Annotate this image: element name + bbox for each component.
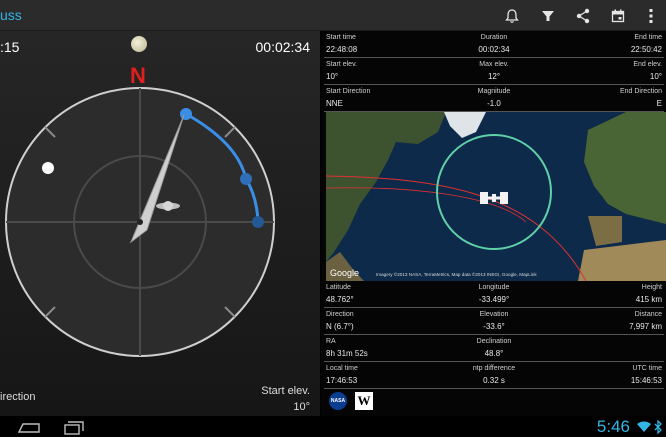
google-logo: Google bbox=[330, 268, 359, 278]
filter-button[interactable] bbox=[530, 0, 566, 31]
position-row: Direction Elevation Distance N (6.7°) -3… bbox=[324, 308, 664, 335]
elevation-value: -33.6° bbox=[483, 322, 505, 331]
pass-info-row: Start time Duration End time 22:48:08 00… bbox=[324, 31, 664, 58]
start-elevation-value: 10° bbox=[293, 401, 310, 413]
end-elev-label: End elev. bbox=[633, 61, 662, 68]
max-elev-label: Max elev. bbox=[479, 61, 509, 68]
declination-label: Declination bbox=[476, 338, 512, 345]
start-elevation-label: Start elev. bbox=[261, 385, 310, 397]
end-direction-value: E bbox=[656, 99, 662, 108]
ground-track-map[interactable]: Google Imagery ©2013 NASA, TerraMetrics,… bbox=[326, 112, 666, 281]
duration-label: Duration bbox=[480, 34, 508, 41]
pass-end-point bbox=[252, 216, 264, 228]
ntp-difference-value: 0.32 s bbox=[483, 376, 505, 385]
utc-time-value: 15:46:53 bbox=[630, 376, 662, 385]
system-navigation-bar: 5:46 bbox=[0, 416, 666, 437]
sky-view-panel: :15 00:02:34 N irection Start elev. 10° bbox=[0, 31, 320, 416]
pass-start-point bbox=[180, 108, 192, 120]
declination-value: 48.8° bbox=[484, 349, 504, 358]
filter-icon bbox=[542, 10, 554, 21]
app-title[interactable]: uss bbox=[0, 7, 22, 23]
status-clock: 5:46 bbox=[596, 417, 630, 436]
overflow-menu-button[interactable] bbox=[636, 0, 666, 31]
pass-duration-label: 00:02:34 bbox=[255, 39, 311, 55]
pass-info-row: Start Direction Magnitude End Direction … bbox=[324, 85, 664, 112]
magnitude-label: Magnitude bbox=[477, 88, 511, 95]
duration-value: 00:02:34 bbox=[478, 45, 510, 54]
position-row: Latitude Longitude Height 48.762° -33.49… bbox=[324, 281, 664, 308]
direction-label: irection bbox=[0, 391, 36, 403]
ntp-difference-label: ntp difference bbox=[472, 365, 516, 372]
map-attribution: Imagery ©2013 NASA, TerraMetrics, Map da… bbox=[376, 271, 537, 277]
share-button[interactable] bbox=[565, 0, 601, 31]
position-row: RA Declination 8h 31m 52s 48.8° bbox=[324, 335, 664, 362]
position-row: Local time ntp difference UTC time 17:46… bbox=[324, 362, 664, 389]
wikipedia-logo-button[interactable]: W bbox=[355, 392, 373, 410]
elevation-label: Elevation bbox=[479, 311, 509, 318]
back-icon[interactable] bbox=[18, 422, 40, 434]
calendar-button[interactable] bbox=[600, 0, 636, 31]
end-time-value: 22:50:42 bbox=[630, 45, 662, 54]
magnitude-value: -1.0 bbox=[487, 99, 501, 108]
longitude-value: -33.499° bbox=[478, 295, 510, 304]
details-panel: Start time Duration End time 22:48:08 00… bbox=[321, 31, 666, 416]
alarm-icon bbox=[505, 8, 519, 23]
recent-apps-icon[interactable] bbox=[64, 421, 84, 435]
pass-max-point bbox=[240, 173, 252, 185]
action-bar: uss bbox=[0, 0, 666, 31]
share-icon bbox=[576, 8, 590, 23]
bluetooth-icon bbox=[654, 420, 662, 434]
satellite-map[interactable]: Google Imagery ©2013 NASA, TerraMetrics,… bbox=[326, 112, 666, 281]
max-elev-value: 12° bbox=[487, 72, 501, 81]
end-time-label: End time bbox=[634, 34, 662, 41]
utc-time-label: UTC time bbox=[632, 365, 662, 372]
overflow-menu-icon bbox=[649, 8, 653, 23]
sky-radar[interactable] bbox=[0, 85, 320, 385]
end-elev-value: 10° bbox=[649, 72, 662, 81]
wifi-icon bbox=[637, 421, 651, 432]
calendar-icon bbox=[611, 9, 625, 22]
distance-label: Distance bbox=[634, 311, 662, 318]
compass-pivot bbox=[137, 219, 143, 225]
alarm-button[interactable] bbox=[494, 0, 530, 31]
source-logos: NASA W bbox=[329, 392, 373, 414]
longitude-label: Longitude bbox=[478, 284, 510, 291]
moon-position-marker bbox=[42, 162, 54, 174]
pass-info-row: Start elev. Max elev. End elev. 10° 12° … bbox=[324, 58, 664, 85]
distance-value: 7,997 km bbox=[629, 322, 662, 331]
countdown-label: :15 bbox=[0, 39, 20, 55]
nasa-logo-button[interactable]: NASA bbox=[329, 392, 347, 410]
moon-icon bbox=[131, 36, 147, 52]
height-label: Height bbox=[641, 284, 662, 291]
end-direction-label: End Direction bbox=[619, 88, 662, 95]
height-value: 415 km bbox=[635, 295, 662, 304]
